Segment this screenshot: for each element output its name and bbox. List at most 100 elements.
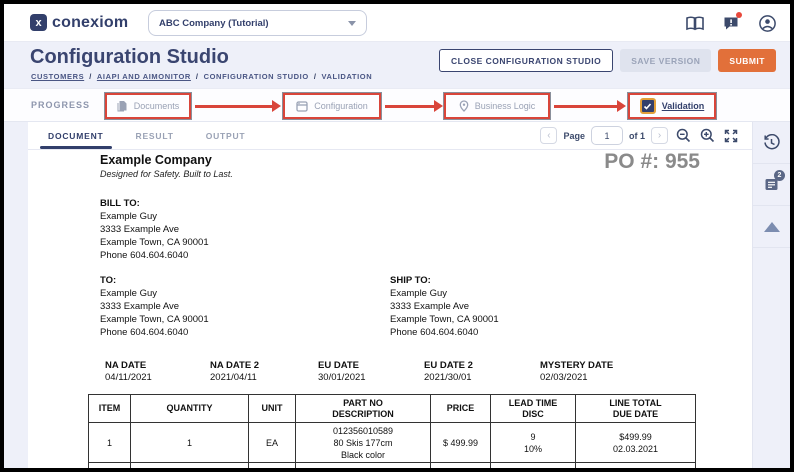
tab-output[interactable]: OUTPUT (194, 122, 258, 149)
history-icon[interactable] (753, 122, 790, 164)
book-icon[interactable] (684, 12, 706, 34)
top-bar: x conexiom ABC Company (Tutorial) (4, 4, 790, 42)
page-number-input[interactable] (591, 126, 623, 145)
tab-document[interactable]: DOCUMENT (36, 122, 116, 149)
company-selector-value: ABC Company (Tutorial) (159, 18, 348, 29)
cell-unit: EA (249, 423, 296, 463)
to-line: Example Town, CA 90001 (100, 313, 209, 326)
ship-to-line: Example Guy (390, 287, 499, 300)
ship-to-block: SHIP TO: Example Guy 3333 Example Ave Ex… (390, 274, 499, 339)
validation-icon (640, 98, 656, 114)
breadcrumb-configuration-studio: CONFIGURATION STUDIO (204, 72, 309, 81)
to-line: Example Guy (100, 287, 209, 300)
to-block: TO: Example Guy 3333 Example Ave Example… (100, 274, 209, 339)
bill-to-heading: BILL TO: (100, 197, 209, 210)
title-section: Configuration Studio CUSTOMERS / AIAPI A… (4, 42, 790, 88)
breadcrumb-separator: / (89, 72, 92, 81)
submit-button[interactable]: SUBMIT (718, 49, 776, 72)
next-page-button[interactable]: › (651, 127, 668, 144)
date-field: EU DATE 2 2021/30/01 (424, 360, 473, 383)
map-pin-icon (459, 100, 469, 112)
breadcrumb-customers[interactable]: CUSTOMERS (31, 72, 84, 81)
col-part-no-description: PART NODESCRIPTION (296, 395, 431, 423)
col-lead-time-disc: LEAD TIMEDISC (491, 395, 576, 423)
document-preview: Example Company Designed for Safety. Bui… (28, 150, 752, 468)
annotation-arrow (554, 105, 618, 108)
annotation-box-validation: Validation (628, 93, 716, 119)
progress-step-configuration[interactable]: Configuration (314, 101, 368, 111)
page-count-label: of 1 (629, 131, 645, 141)
annotation-box-documents: Documents (105, 93, 191, 119)
close-configuration-studio-button[interactable]: CLOSE CONFIGURATION STUDIO (439, 49, 613, 72)
main-area: DOCUMENT RESULT OUTPUT ‹ Page of 1 › (4, 122, 790, 468)
bill-to-block: BILL TO: Example Guy 3333 Example Ave Ex… (100, 197, 209, 262)
progress-bar: PROGRESS Documents Configuration Busines… (4, 88, 790, 122)
cell-item: 1 (89, 423, 131, 463)
previous-page-button[interactable]: ‹ (540, 127, 557, 144)
zoom-out-icon[interactable] (674, 127, 692, 145)
page-label: Page (563, 131, 585, 141)
zoom-in-icon[interactable] (698, 127, 716, 145)
ship-to-line: 3333 Example Ave (390, 300, 499, 313)
ship-to-line: Phone 604.604.6040 (390, 326, 499, 339)
date-field: NA DATE 2 2021/04/11 (210, 360, 259, 383)
doc-po-number: PO #: 955 (604, 150, 700, 174)
feedback-icon[interactable] (720, 12, 742, 34)
conexiom-logo: x conexiom (30, 14, 128, 32)
notification-dot (736, 12, 742, 18)
date-value: 30/01/2021 (318, 372, 366, 383)
annotation-arrow (195, 105, 273, 108)
cell-line-total-due-date: $499.9902.03.2021 (576, 423, 696, 463)
to-line: 3333 Example Ave (100, 300, 209, 313)
configuration-icon (296, 101, 308, 112)
progress-step-validation[interactable]: Validation (662, 101, 705, 111)
bill-to-line: 3333 Example Ave (100, 223, 209, 236)
save-version-button[interactable]: SAVE VERSION (620, 49, 711, 72)
app-window: x conexiom ABC Company (Tutorial) Config… (4, 4, 790, 468)
notes-icon[interactable]: 2 (753, 164, 790, 206)
user-icon[interactable] (756, 12, 778, 34)
logo-text: conexiom (52, 14, 128, 32)
date-label: EU DATE (318, 360, 366, 371)
page-title: Configuration Studio (30, 46, 229, 69)
annotation-box-configuration: Configuration (283, 93, 381, 119)
date-value: 2021/04/11 (210, 372, 259, 383)
company-selector-dropdown[interactable]: ABC Company (Tutorial) (148, 10, 367, 36)
cell-price: $ 499.99 (431, 423, 491, 463)
documents-icon (117, 100, 128, 112)
fullscreen-icon[interactable] (722, 127, 740, 145)
date-field: NA DATE 04/11/2021 (105, 360, 152, 383)
date-field: EU DATE 30/01/2021 (318, 360, 366, 383)
upload-icon[interactable] (753, 206, 790, 248)
doc-company-name: Example Company (100, 153, 212, 167)
col-quantity: QUANTITY (131, 395, 249, 423)
ship-to-heading: SHIP TO: (390, 274, 499, 287)
annotation-box-business-logic: Business Logic (444, 93, 550, 119)
bill-to-line: Example Guy (100, 210, 209, 223)
date-value: 04/11/2021 (105, 372, 152, 383)
date-label: MYSTERY DATE (540, 360, 613, 371)
cell-part-no-description: 01235601058980 Skis 177cmBlack color (296, 423, 431, 463)
tab-result[interactable]: RESULT (124, 122, 186, 149)
progress-step-business-logic[interactable]: Business Logic (475, 101, 536, 111)
ship-to-line: Example Town, CA 90001 (390, 313, 499, 326)
progress-step-documents[interactable]: Documents (134, 101, 180, 111)
date-field: MYSTERY DATE 02/03/2021 (540, 360, 613, 383)
breadcrumb-separator: / (196, 72, 199, 81)
date-label: NA DATE 2 (210, 360, 259, 371)
col-item: ITEM (89, 395, 131, 423)
table-header-row: ITEM QUANTITY UNIT PART NODESCRIPTION PR… (89, 395, 696, 423)
to-heading: TO: (100, 274, 209, 287)
doc-tagline: Designed for Safety. Built to Last. (100, 169, 233, 179)
date-fields-row: NA DATE 04/11/2021 NA DATE 2 2021/04/11 … (28, 360, 752, 390)
col-price: PRICE (431, 395, 491, 423)
breadcrumb-aiapi-and-aimonitor[interactable]: AIAPI AND AIMONITOR (97, 72, 191, 81)
col-line-total-due-date: LINE TOTALDUE DATE (576, 395, 696, 423)
breadcrumb-validation: VALIDATION (322, 72, 373, 81)
screenshot-frame: x conexiom ABC Company (Tutorial) Config… (0, 0, 794, 472)
to-line: Phone 604.604.6040 (100, 326, 209, 339)
date-value: 02/03/2021 (540, 372, 613, 383)
bill-to-line: Phone 604.604.6040 (100, 249, 209, 262)
date-label: NA DATE (105, 360, 152, 371)
annotation-arrow (385, 105, 435, 108)
